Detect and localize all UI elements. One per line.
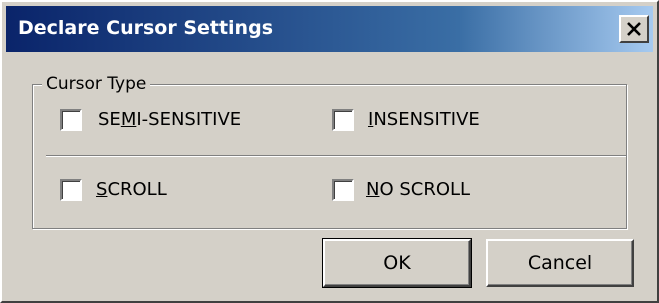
group-separator xyxy=(46,155,626,157)
semi-sensitive-option[interactable]: SEMI-SENSITIVE xyxy=(60,107,241,133)
no-scroll-checkbox[interactable] xyxy=(332,179,354,201)
title-bar[interactable]: Declare Cursor Settings xyxy=(6,6,653,52)
dialog-title: Declare Cursor Settings xyxy=(18,17,273,39)
close-button[interactable] xyxy=(619,15,649,43)
scroll-label: SCROLL xyxy=(96,179,167,200)
insensitive-option[interactable]: INSENSITIVE xyxy=(332,107,480,133)
semi-sensitive-checkbox[interactable] xyxy=(60,109,82,131)
scroll-checkbox[interactable] xyxy=(60,179,82,201)
ok-button[interactable]: OK xyxy=(322,238,472,288)
cursor-type-legend: Cursor Type xyxy=(42,73,151,95)
insensitive-label: INSENSITIVE xyxy=(368,109,480,130)
cancel-button[interactable]: Cancel xyxy=(486,239,634,287)
close-icon xyxy=(627,22,641,36)
insensitive-checkbox[interactable] xyxy=(332,109,354,131)
semi-sensitive-label: SEMI-SENSITIVE xyxy=(98,109,242,130)
declare-cursor-settings-dialog: Declare Cursor Settings Cursor Type SEMI… xyxy=(0,0,659,303)
no-scroll-label: NO SCROLL xyxy=(366,179,471,200)
no-scroll-option[interactable]: NO SCROLL xyxy=(332,177,470,203)
scroll-option[interactable]: SCROLL xyxy=(60,177,167,203)
